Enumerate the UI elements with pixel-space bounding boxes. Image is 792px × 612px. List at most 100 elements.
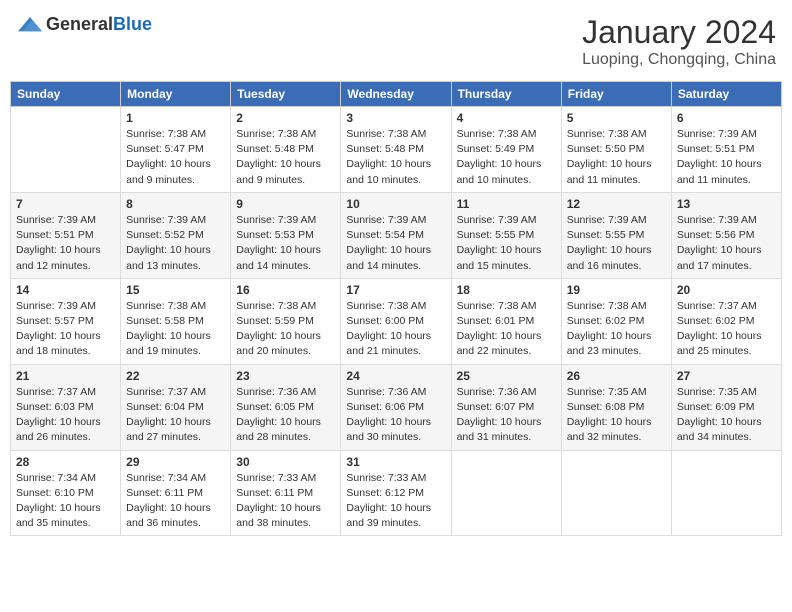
- day-cell: 23 Sunrise: 7:36 AMSunset: 6:05 PMDayligh…: [231, 364, 341, 450]
- weekday-header-wednesday: Wednesday: [341, 82, 451, 107]
- day-cell: 26Sunrise: 7:35 AMSunset: 6:08 PMDayligh…: [561, 364, 671, 450]
- day-info: Sunrise: 7:38 AMSunset: 6:01 PMDaylight:…: [457, 299, 556, 360]
- day-cell: 7 Sunrise: 7:39 AMSunset: 5:51 PMDaylight…: [11, 192, 121, 278]
- day-number: 9: [236, 197, 335, 211]
- weekday-header-friday: Friday: [561, 82, 671, 107]
- day-number: 22: [126, 369, 225, 383]
- day-number: 23: [236, 369, 335, 383]
- day-cell: 30 Sunrise: 7:33 AMSunset: 6:11 PMDayligh…: [231, 450, 341, 536]
- day-cell: 22Sunrise: 7:37 AMSunset: 6:04 PMDayligh…: [121, 364, 231, 450]
- month-year-title: January 2024: [582, 14, 776, 51]
- day-number: 6: [677, 111, 776, 125]
- day-number: 14: [16, 283, 115, 297]
- day-cell: 2Sunrise: 7:38 AMSunset: 5:48 PMDaylight…: [231, 107, 341, 193]
- day-info: Sunrise: 7:35 AMSunset: 6:08 PMDaylight:…: [567, 385, 666, 446]
- day-number: 5: [567, 111, 666, 125]
- weekday-header-row: SundayMondayTuesdayWednesdayThursdayFrid…: [11, 82, 782, 107]
- day-info: Sunrise: 7:34 AMSunset: 6:10 PMDaylight:…: [16, 471, 115, 532]
- day-cell: 16 Sunrise: 7:38 AMSunset: 5:59 PMDayligh…: [231, 278, 341, 364]
- day-info: Sunrise: 7:33 AMSunset: 6:11 PMDaylight:…: [236, 471, 335, 532]
- day-cell: 21 Sunrise: 7:37 AMSunset: 6:03 PMDayligh…: [11, 364, 121, 450]
- day-cell: 31Sunrise: 7:33 AMSunset: 6:12 PMDayligh…: [341, 450, 451, 536]
- day-cell: 28 Sunrise: 7:34 AMSunset: 6:10 PMDayligh…: [11, 450, 121, 536]
- day-number: 10: [346, 197, 445, 211]
- day-info: Sunrise: 7:38 AMSunset: 5:59 PMDaylight:…: [236, 299, 335, 360]
- day-info: Sunrise: 7:39 AMSunset: 5:56 PMDaylight:…: [677, 213, 776, 274]
- weekday-header-tuesday: Tuesday: [231, 82, 341, 107]
- day-cell: 1 Sunrise: 7:38 AMSunset: 5:47 PMDaylight…: [121, 107, 231, 193]
- day-number: 7: [16, 197, 115, 211]
- day-cell: 10 Sunrise: 7:39 AMSunset: 5:54 PMDayligh…: [341, 192, 451, 278]
- day-cell: 4Sunrise: 7:38 AMSunset: 5:49 PMDaylight…: [451, 107, 561, 193]
- day-cell: 29 Sunrise: 7:34 AMSunset: 6:11 PMDayligh…: [121, 450, 231, 536]
- weekday-header-monday: Monday: [121, 82, 231, 107]
- day-info: Sunrise: 7:38 AMSunset: 5:50 PMDaylight:…: [567, 127, 666, 188]
- day-cell: 18 Sunrise: 7:38 AMSunset: 6:01 PMDayligh…: [451, 278, 561, 364]
- day-cell: [11, 107, 121, 193]
- day-info: Sunrise: 7:39 AMSunset: 5:55 PMDaylight:…: [457, 213, 556, 274]
- day-cell: 11 Sunrise: 7:39 AMSunset: 5:55 PMDayligh…: [451, 192, 561, 278]
- day-info: Sunrise: 7:34 AMSunset: 6:11 PMDaylight:…: [126, 471, 225, 532]
- day-number: 20: [677, 283, 776, 297]
- week-row-2: 7 Sunrise: 7:39 AMSunset: 5:51 PMDaylight…: [11, 192, 782, 278]
- weekday-header-saturday: Saturday: [671, 82, 781, 107]
- day-number: 3: [346, 111, 445, 125]
- day-number: 12: [567, 197, 666, 211]
- day-info: Sunrise: 7:39 AMSunset: 5:54 PMDaylight:…: [346, 213, 445, 274]
- day-number: 17: [346, 283, 445, 297]
- logo-blue-text: Blue: [113, 14, 152, 34]
- day-info: Sunrise: 7:38 AMSunset: 5:48 PMDaylight:…: [236, 127, 335, 188]
- day-info: Sunrise: 7:39 AMSunset: 5:55 PMDaylight:…: [567, 213, 666, 274]
- week-row-1: 1 Sunrise: 7:38 AMSunset: 5:47 PMDaylight…: [11, 107, 782, 193]
- day-info: Sunrise: 7:38 AMSunset: 6:02 PMDaylight:…: [567, 299, 666, 360]
- day-number: 21: [16, 369, 115, 383]
- day-number: 16: [236, 283, 335, 297]
- day-info: Sunrise: 7:35 AMSunset: 6:09 PMDaylight:…: [677, 385, 776, 446]
- day-cell: 13 Sunrise: 7:39 AMSunset: 5:56 PMDayligh…: [671, 192, 781, 278]
- day-number: 4: [457, 111, 556, 125]
- day-info: Sunrise: 7:38 AMSunset: 5:58 PMDaylight:…: [126, 299, 225, 360]
- day-number: 30: [236, 455, 335, 469]
- logo: GeneralBlue: [16, 14, 152, 35]
- day-cell: 25Sunrise: 7:36 AMSunset: 6:07 PMDayligh…: [451, 364, 561, 450]
- location-title: Luoping, Chongqing, China: [582, 51, 776, 69]
- day-cell: [671, 450, 781, 536]
- day-cell: 5 Sunrise: 7:38 AMSunset: 5:50 PMDaylight…: [561, 107, 671, 193]
- day-number: 29: [126, 455, 225, 469]
- day-cell: 9Sunrise: 7:39 AMSunset: 5:53 PMDaylight…: [231, 192, 341, 278]
- title-block: January 2024 Luoping, Chongqing, China: [582, 14, 776, 69]
- day-info: Sunrise: 7:38 AMSunset: 5:47 PMDaylight:…: [126, 127, 225, 188]
- day-number: 18: [457, 283, 556, 297]
- page-header: GeneralBlue January 2024 Luoping, Chongq…: [10, 10, 782, 73]
- calendar-table: SundayMondayTuesdayWednesdayThursdayFrid…: [10, 81, 782, 536]
- week-row-5: 28 Sunrise: 7:34 AMSunset: 6:10 PMDayligh…: [11, 450, 782, 536]
- day-cell: 24Sunrise: 7:36 AMSunset: 6:06 PMDayligh…: [341, 364, 451, 450]
- day-cell: 19 Sunrise: 7:38 AMSunset: 6:02 PMDayligh…: [561, 278, 671, 364]
- day-number: 25: [457, 369, 556, 383]
- day-number: 31: [346, 455, 445, 469]
- day-number: 1: [126, 111, 225, 125]
- week-row-3: 14 Sunrise: 7:39 AMSunset: 5:57 PMDayligh…: [11, 278, 782, 364]
- day-cell: 8Sunrise: 7:39 AMSunset: 5:52 PMDaylight…: [121, 192, 231, 278]
- day-number: 19: [567, 283, 666, 297]
- day-number: 28: [16, 455, 115, 469]
- day-info: Sunrise: 7:39 AMSunset: 5:51 PMDaylight:…: [677, 127, 776, 188]
- day-info: Sunrise: 7:36 AMSunset: 6:05 PMDaylight:…: [236, 385, 335, 446]
- logo-icon: [18, 15, 42, 35]
- day-cell: 14 Sunrise: 7:39 AMSunset: 5:57 PMDayligh…: [11, 278, 121, 364]
- day-info: Sunrise: 7:39 AMSunset: 5:51 PMDaylight:…: [16, 213, 115, 274]
- day-info: Sunrise: 7:37 AMSunset: 6:03 PMDaylight:…: [16, 385, 115, 446]
- day-info: Sunrise: 7:39 AMSunset: 5:57 PMDaylight:…: [16, 299, 115, 360]
- day-cell: 20Sunrise: 7:37 AMSunset: 6:02 PMDayligh…: [671, 278, 781, 364]
- week-row-4: 21 Sunrise: 7:37 AMSunset: 6:03 PMDayligh…: [11, 364, 782, 450]
- day-cell: 12 Sunrise: 7:39 AMSunset: 5:55 PMDayligh…: [561, 192, 671, 278]
- day-cell: 27Sunrise: 7:35 AMSunset: 6:09 PMDayligh…: [671, 364, 781, 450]
- day-cell: [561, 450, 671, 536]
- day-info: Sunrise: 7:39 AMSunset: 5:52 PMDaylight:…: [126, 213, 225, 274]
- day-number: 13: [677, 197, 776, 211]
- day-info: Sunrise: 7:36 AMSunset: 6:06 PMDaylight:…: [346, 385, 445, 446]
- day-number: 15: [126, 283, 225, 297]
- day-cell: 3Sunrise: 7:38 AMSunset: 5:48 PMDaylight…: [341, 107, 451, 193]
- day-number: 11: [457, 197, 556, 211]
- logo-general-text: General: [46, 14, 113, 34]
